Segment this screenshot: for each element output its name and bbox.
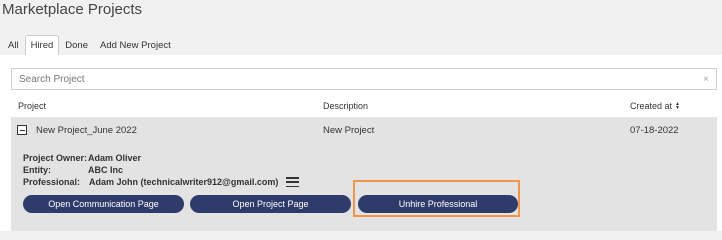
collapse-icon[interactable] bbox=[17, 125, 27, 135]
professional-label: Professional: bbox=[23, 177, 81, 187]
table-row-summary: New Project_June 2022 New Project 07-18-… bbox=[11, 117, 717, 142]
column-header-description: Description bbox=[323, 101, 369, 111]
column-header-created-at-label: Created at bbox=[630, 101, 673, 111]
menu-icon[interactable] bbox=[286, 177, 299, 187]
project-description: New Project bbox=[323, 125, 375, 136]
entity-label: Entity: bbox=[23, 165, 51, 175]
tab-done[interactable]: Done bbox=[59, 35, 94, 55]
search-box: × bbox=[11, 68, 717, 90]
tab-bar: All Hired Done Add New Project bbox=[2, 35, 177, 55]
open-project-page-button[interactable]: Open Project Page bbox=[190, 195, 351, 213]
unhire-professional-button[interactable]: Unhire Professional bbox=[358, 195, 518, 213]
owner-value: Adam Oliver bbox=[88, 153, 142, 163]
project-created-at: 07-18-2022 bbox=[630, 125, 679, 136]
open-communication-page-button[interactable]: Open Communication Page bbox=[23, 195, 184, 213]
table-header: Project Description Created at ▲ ▼ bbox=[0, 95, 722, 117]
table-row: New Project_June 2022 New Project 07-18-… bbox=[11, 117, 717, 231]
page-title: Marketplace Projects bbox=[2, 1, 143, 18]
project-name: New Project_June 2022 bbox=[36, 125, 137, 136]
sort-icon[interactable]: ▲ ▼ bbox=[675, 102, 680, 111]
search-input[interactable] bbox=[19, 73, 704, 85]
column-header-project: Project bbox=[18, 101, 47, 111]
tab-hired[interactable]: Hired bbox=[24, 35, 60, 55]
tab-add-new-project[interactable]: Add New Project bbox=[94, 35, 177, 55]
clear-icon[interactable]: × bbox=[703, 74, 709, 85]
projects-panel: × Project Description Created at ▲▼ New … bbox=[0, 55, 722, 231]
tab-all[interactable]: All bbox=[2, 35, 25, 55]
column-header-created-at[interactable]: Created at ▲ ▼ bbox=[630, 101, 680, 111]
entity-value: ABC Inc bbox=[88, 165, 124, 175]
professional-value: Adam John (technicalwriter912@gmail.com) bbox=[89, 177, 279, 187]
owner-label: Project Owner: bbox=[23, 153, 88, 163]
